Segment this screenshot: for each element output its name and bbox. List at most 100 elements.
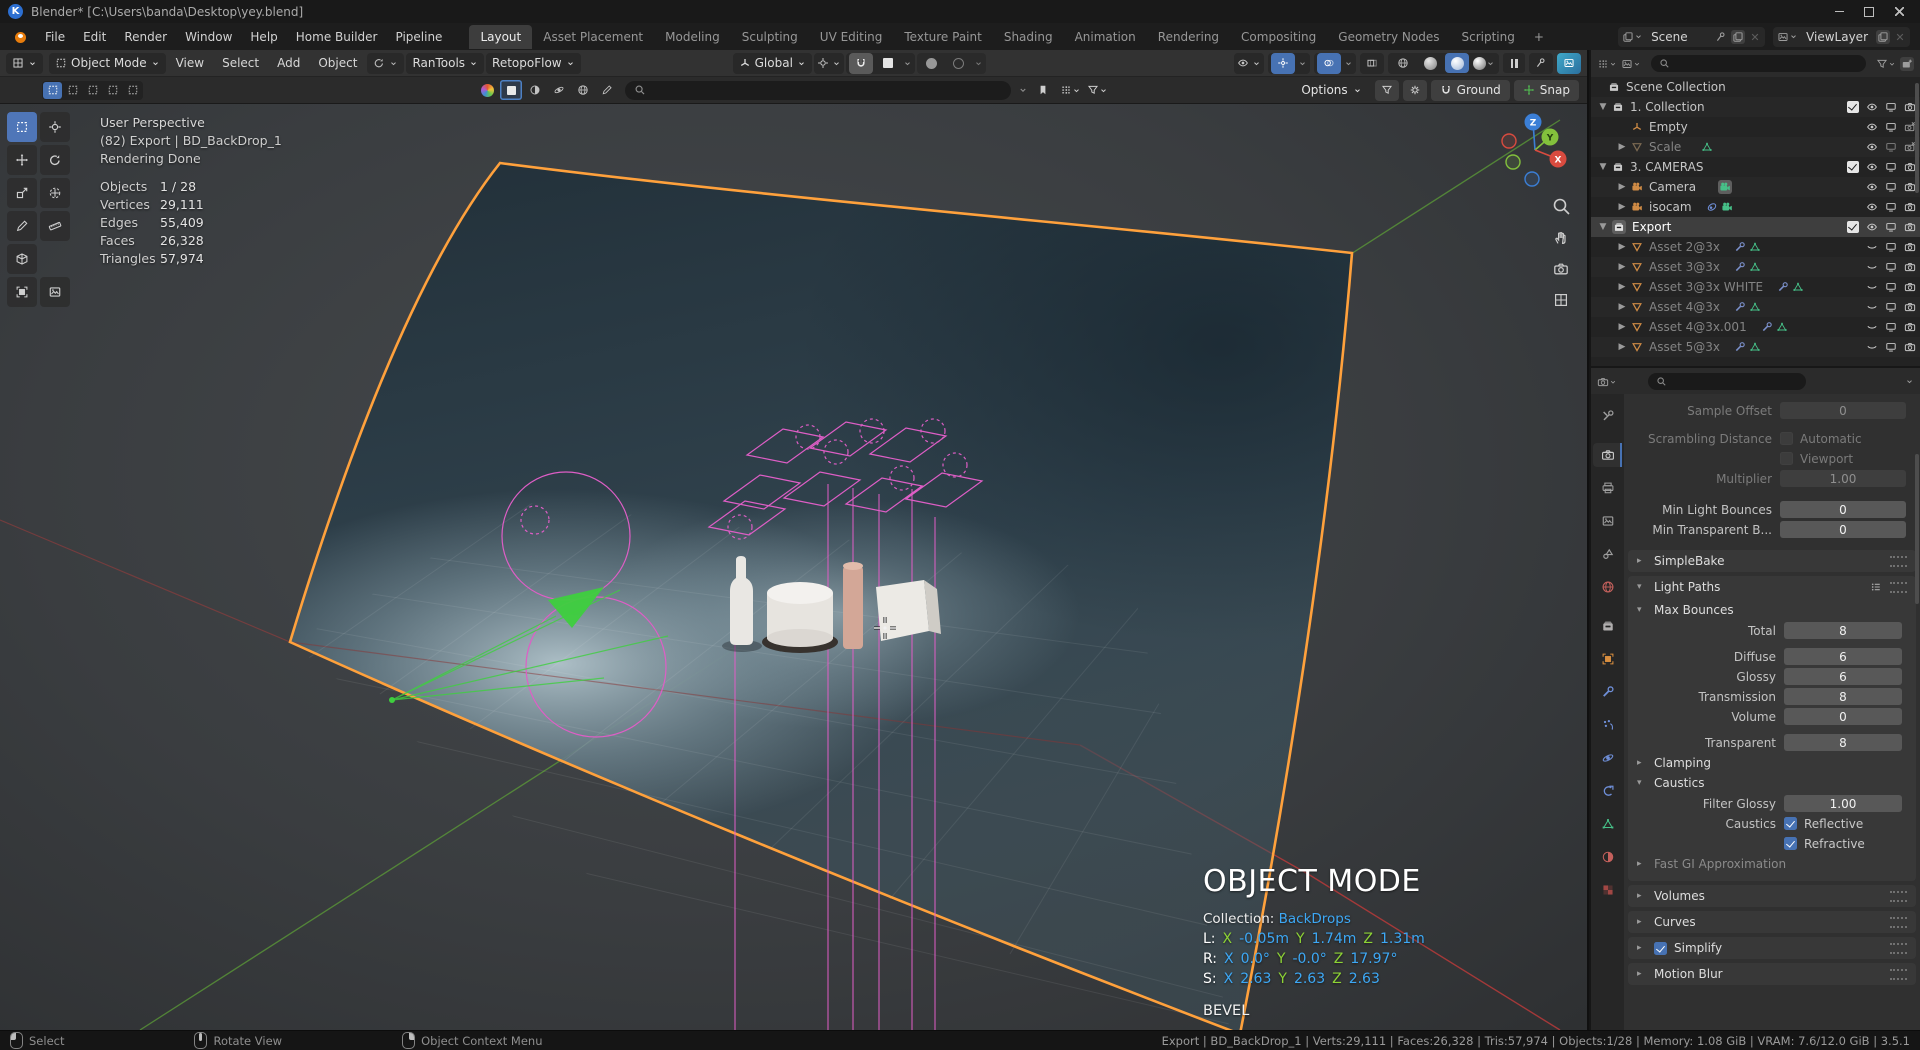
expand-arrow-icon[interactable]: ▶	[1616, 182, 1628, 192]
tab-compositing[interactable]: Compositing	[1230, 25, 1327, 49]
props-tab-collection[interactable]	[1593, 614, 1622, 638]
asset-brush-icon[interactable]	[596, 80, 618, 100]
expand-arrow-icon[interactable]: ▶	[1616, 262, 1628, 272]
shading-material-button[interactable]	[1445, 53, 1469, 73]
drag-dots-icon[interactable]	[1890, 917, 1907, 928]
collapse-chevron-icon[interactable]	[1018, 85, 1028, 95]
props-tab-scene[interactable]	[1593, 542, 1622, 566]
show-gizmo-toggle[interactable]	[1271, 53, 1295, 74]
new-scene-icon[interactable]	[1731, 30, 1745, 44]
tool-rotate[interactable]	[40, 145, 70, 175]
tab-animation[interactable]: Animation	[1064, 25, 1147, 49]
props-tab-physics[interactable]	[1593, 746, 1622, 770]
props-tab-render[interactable]	[1593, 443, 1622, 467]
filter-glossy-field[interactable]: 1.00	[1784, 795, 1902, 812]
expand-arrow-icon[interactable]: ▶	[1616, 242, 1628, 252]
tab-modeling[interactable]: Modeling	[654, 25, 731, 49]
props-tab-object[interactable]	[1593, 647, 1622, 671]
snap-target-button[interactable]	[876, 53, 900, 74]
gizmo-neg-y[interactable]	[1506, 155, 1520, 169]
select-mode-subtract-button[interactable]	[83, 82, 102, 99]
display-mode-icon[interactable]	[1058, 80, 1082, 101]
visibility-dropdown[interactable]	[1234, 53, 1264, 74]
outliner-display-mode-dropdown[interactable]	[1597, 58, 1617, 70]
3d-viewport[interactable]: Z Y X User Perspective (82) Export | BD_…	[0, 104, 1587, 1030]
gizmo-neg-x[interactable]	[1502, 134, 1516, 148]
pivot-point-dropdown[interactable]	[814, 53, 844, 74]
outliner-scope-dropdown[interactable]	[1621, 58, 1641, 70]
eye-closed-icon[interactable]	[1866, 241, 1878, 253]
multiplier-field[interactable]: 1.00	[1780, 470, 1906, 487]
props-tab-modifiers[interactable]	[1593, 680, 1622, 704]
filter-button[interactable]	[1375, 80, 1399, 101]
panel-light-paths[interactable]: Light Paths Max Bounces Total 8 Diffuse …	[1628, 576, 1916, 881]
maximize-button[interactable]	[1856, 3, 1882, 21]
outliner-row-export[interactable]: ▼ Export	[1591, 217, 1920, 237]
expand-arrow-icon[interactable]: ▼	[1597, 162, 1609, 172]
tool-add-cube[interactable]	[7, 244, 37, 274]
properties-breadcrumb-dropdown[interactable]	[1597, 376, 1617, 388]
mode-transfer-dropdown[interactable]	[367, 53, 404, 74]
expand-arrow-icon[interactable]: ▶	[1616, 202, 1628, 212]
render-preview-icon[interactable]	[1557, 53, 1581, 74]
monitor-off-icon[interactable]	[1885, 141, 1897, 153]
outliner-scrollbar[interactable]	[1915, 83, 1919, 193]
outliner-row-asset[interactable]: ▶ Asset 2@3x	[1591, 237, 1920, 257]
props-tab-data[interactable]	[1593, 812, 1622, 836]
eye-closed-icon[interactable]	[1866, 341, 1878, 353]
filter-dropdown-icon[interactable]	[1085, 80, 1109, 101]
tool-scale[interactable]	[7, 178, 37, 208]
outliner-row-asset[interactable]: ▶ Asset 4@3x	[1591, 297, 1920, 317]
outliner-row-scale[interactable]: ▶ Scale	[1591, 137, 1920, 157]
menu-select[interactable]: Select	[214, 53, 267, 73]
monitor-icon[interactable]	[1885, 101, 1897, 113]
props-tab-material[interactable]	[1593, 845, 1622, 869]
monitor-icon[interactable]	[1885, 261, 1897, 273]
tab-shading[interactable]: Shading	[993, 25, 1064, 49]
expand-arrow-icon[interactable]: ▶	[1616, 302, 1628, 312]
transmission-bounces-field[interactable]: 8	[1784, 688, 1902, 705]
camera-view-button[interactable]	[1555, 264, 1567, 274]
navigation-gizmo[interactable]: Z Y X	[1502, 114, 1567, 187]
proportional-edit-toggle[interactable]	[920, 53, 944, 74]
monitor-icon[interactable]	[1885, 161, 1897, 173]
ortho-grid-button[interactable]	[1556, 295, 1567, 306]
menu-help[interactable]: Help	[241, 26, 286, 48]
tool-extra-2[interactable]	[40, 277, 70, 307]
diffuse-bounces-field[interactable]: 6	[1784, 648, 1902, 665]
new-collection-button[interactable]	[1900, 57, 1914, 71]
monitor-icon[interactable]	[1885, 301, 1897, 313]
tab-layout[interactable]: Layout	[469, 25, 532, 49]
browse-viewlayer-icon[interactable]	[1777, 31, 1798, 43]
panel-simplebake[interactable]: SimpleBake	[1628, 550, 1916, 572]
select-mode-extend-button[interactable]	[63, 82, 82, 99]
reflective-checkbox[interactable]	[1784, 817, 1797, 830]
expand-arrow-icon[interactable]: ▼	[1597, 222, 1609, 232]
props-tab-tool[interactable]	[1593, 404, 1622, 428]
panel-curves[interactable]: Curves	[1628, 911, 1916, 933]
simplify-checkbox[interactable]	[1654, 942, 1667, 955]
delete-scene-icon[interactable]	[1749, 31, 1761, 43]
gizmo-neg-z[interactable]	[1525, 172, 1539, 186]
total-bounces-field[interactable]: 8	[1784, 622, 1902, 639]
eye-icon[interactable]	[1866, 221, 1878, 233]
outliner-filter-dropdown[interactable]	[1876, 58, 1896, 70]
expand-arrow-icon[interactable]: ▼	[1597, 102, 1609, 112]
outliner-row-collection-1[interactable]: ▼ 1. Collection	[1591, 97, 1920, 117]
monitor-icon[interactable]	[1885, 321, 1897, 333]
transparent-bounces-field[interactable]: 8	[1784, 734, 1902, 751]
options-dropdown[interactable]: Options	[1292, 80, 1370, 101]
drag-dots-icon[interactable]	[1890, 891, 1907, 902]
properties-search-input[interactable]	[1648, 373, 1806, 390]
annotate-overlay-button[interactable]	[1529, 53, 1553, 74]
eye-closed-icon[interactable]	[1866, 261, 1878, 273]
bookmark-icon[interactable]	[1031, 80, 1055, 101]
xray-toggle[interactable]	[1360, 53, 1384, 74]
outliner-row-asset[interactable]: ▶ Asset 4@3x.001	[1591, 317, 1920, 337]
menu-pipeline[interactable]: Pipeline	[386, 26, 451, 48]
menu-view[interactable]: View	[168, 53, 212, 73]
new-viewlayer-icon[interactable]	[1876, 30, 1890, 44]
eye-closed-icon[interactable]	[1866, 301, 1878, 313]
props-tab-world[interactable]	[1593, 575, 1622, 599]
menu-object[interactable]: Object	[310, 53, 365, 73]
